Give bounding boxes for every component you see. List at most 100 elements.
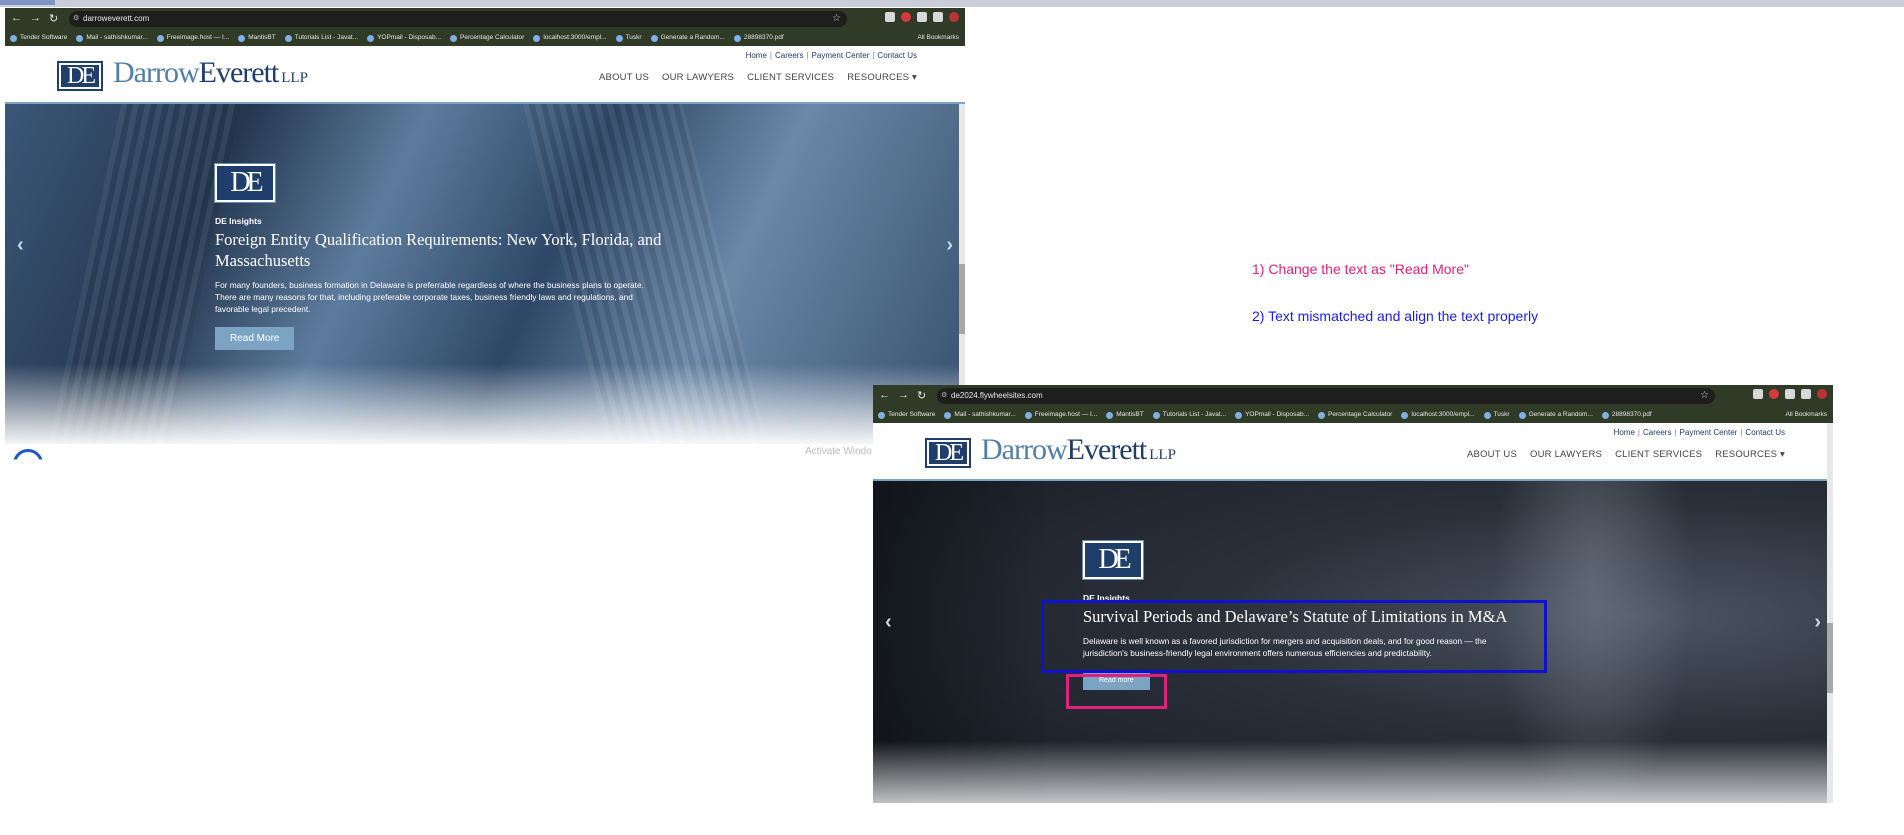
read-more-button[interactable]: Read More — [215, 327, 295, 350]
browser-chrome: ← → ↻ ⚙ darroweverett.com ☆ Tender Softw… — [5, 8, 965, 46]
screenshot-live-site: ← → ↻ ⚙ darroweverett.com ☆ Tender Softw… — [5, 8, 965, 478]
address-bar[interactable]: ⚙ de2024.flywheelsites.com ☆ — [937, 388, 1715, 404]
bookmark-item[interactable]: Tuskr — [1483, 407, 1510, 423]
all-bookmarks[interactable]: All Bookmarks — [917, 30, 959, 46]
scrollbar[interactable] — [1827, 423, 1833, 803]
bookmark-item[interactable]: Tutorials List - Javat... — [1152, 407, 1226, 423]
extension-icon[interactable] — [1801, 389, 1811, 399]
activate-windows-watermark: Activate Windo — [805, 446, 872, 457]
extensions — [885, 12, 959, 22]
hero-title: Survival Periods and Delaware’s Statute … — [1083, 607, 1508, 626]
bookmark-favicon-icon — [1235, 411, 1243, 419]
extension-icon[interactable] — [885, 12, 895, 22]
top-tab-strip — [0, 0, 1904, 7]
profile-avatar[interactable] — [1817, 389, 1827, 399]
nav-our-lawyers[interactable]: OUR LAWYERS — [1530, 449, 1602, 460]
chevron-left-icon[interactable]: ‹ — [885, 611, 892, 634]
chevron-left-icon[interactable]: ‹ — [17, 234, 24, 257]
util-link-contact[interactable]: Contact Us — [1745, 428, 1785, 437]
bookmark-item[interactable]: Tuskr — [615, 30, 642, 46]
bookmark-item[interactable]: Percentage Calculator — [1318, 407, 1392, 423]
address-bar[interactable]: ⚙ darroweverett.com ☆ — [69, 11, 847, 27]
forward-icon[interactable]: → — [898, 389, 909, 402]
util-link-contact[interactable]: Contact Us — [877, 51, 917, 60]
util-link-payment[interactable]: Payment Center — [1680, 428, 1738, 437]
main-nav: ABOUT US OUR LAWYERS CLIENT SERVICES RES… — [1467, 449, 1785, 460]
bookmark-favicon-icon — [533, 34, 541, 42]
util-link-home[interactable]: Home — [746, 51, 767, 60]
bookmark-item[interactable]: 28898370.pdf — [733, 30, 784, 46]
bookmark-item[interactable]: YOPmail - Disposab... — [367, 30, 441, 46]
hero-content: DE DE Insights Foreign Entity Qualificat… — [214, 163, 695, 350]
bookmark-item[interactable]: MantisBT — [1106, 407, 1144, 423]
bookmark-item[interactable]: Generate a Random... — [650, 30, 725, 46]
util-link-home[interactable]: Home — [1614, 428, 1635, 437]
scrollbar-thumb[interactable] — [1827, 623, 1833, 693]
nav-our-lawyers[interactable]: OUR LAWYERS — [662, 72, 734, 83]
bookmark-item[interactable]: Mail - sathishkumar... — [944, 407, 1016, 423]
bookmark-item[interactable]: localhost:3000/empl... — [533, 30, 607, 46]
hero-slider: DE DE Insights Foreign Entity Qualificat… — [5, 104, 965, 444]
extension-icon[interactable] — [1769, 389, 1779, 399]
back-icon[interactable]: ← — [11, 12, 22, 25]
insights-logo: DE — [1082, 540, 1144, 580]
nav-about-us[interactable]: ABOUT US — [599, 72, 649, 83]
bookmark-item[interactable]: Freeimage.host — I... — [156, 30, 229, 46]
util-link-payment[interactable]: Payment Center — [812, 51, 870, 60]
bookmark-item[interactable]: Freeimage.host — I... — [1024, 407, 1097, 423]
nav-client-services[interactable]: CLIENT SERVICES — [1615, 449, 1702, 460]
nav-resources[interactable]: RESOURCES ▾ — [1715, 449, 1785, 460]
extension-icon[interactable] — [917, 12, 927, 22]
extension-icon[interactable] — [933, 12, 943, 22]
bookmark-item[interactable]: 28898370.pdf — [1601, 407, 1652, 423]
reload-icon[interactable]: ↻ — [49, 12, 58, 25]
bookmark-item[interactable]: Generate a Random... — [1518, 407, 1593, 423]
hero-fade — [5, 364, 965, 444]
insights-label: DE Insights — [1083, 593, 1130, 603]
chevron-right-icon[interactable]: › — [1814, 611, 1821, 634]
read-more-button[interactable]: Read more — [1083, 671, 1150, 690]
chevron-right-icon[interactable]: › — [946, 234, 953, 257]
chat-widget-icon[interactable] — [13, 449, 43, 460]
site-logo[interactable]: DE DarrowEverett LLP — [57, 58, 308, 93]
bookmark-favicon-icon — [1024, 411, 1032, 419]
separator: | — [1674, 428, 1677, 437]
site-header: DE DarrowEverett LLP Home | Careers | Payment… — [873, 423, 1833, 481]
nav-resources[interactable]: RESOURCES ▾ — [847, 72, 917, 83]
separator: | — [769, 51, 772, 60]
scrollbar-thumb[interactable] — [959, 264, 965, 334]
back-icon[interactable]: ← — [879, 389, 890, 402]
bookmark-item[interactable]: MantisBT — [238, 30, 276, 46]
bookmark-item[interactable]: Tender Software — [10, 30, 67, 46]
active-tab-indicator — [0, 0, 55, 5]
bookmark-item[interactable]: Mail - sathishkumar... — [76, 30, 148, 46]
bookmark-item[interactable]: YOPmail - Disposab... — [1235, 407, 1309, 423]
util-link-careers[interactable]: Careers — [775, 51, 803, 60]
bookmark-item[interactable]: localhost:3000/empl... — [1401, 407, 1475, 423]
profile-avatar[interactable] — [949, 12, 959, 22]
site-header: DE DarrowEverett LLP Home | Careers | Payment… — [5, 46, 965, 104]
util-link-careers[interactable]: Careers — [1643, 428, 1671, 437]
bookmark-item[interactable]: Tutorials List - Javat... — [284, 30, 358, 46]
extension-icon[interactable] — [1753, 389, 1763, 399]
extensions — [1753, 389, 1827, 399]
extension-icon[interactable] — [1785, 389, 1795, 399]
all-bookmarks[interactable]: All Bookmarks — [1785, 407, 1827, 423]
bookmark-item[interactable]: Tender Software — [878, 407, 935, 423]
nav-client-services[interactable]: CLIENT SERVICES — [747, 72, 834, 83]
site-info-icon[interactable]: ⚙ — [73, 11, 79, 27]
logo-wordmark: DarrowEverett LLP — [113, 56, 308, 89]
nav-about-us[interactable]: ABOUT US — [1467, 449, 1517, 460]
site-logo[interactable]: DE DarrowEverett LLP — [925, 435, 1176, 470]
bookmark-star-icon[interactable]: ☆ — [1700, 388, 1709, 404]
forward-icon[interactable]: → — [30, 12, 41, 25]
site-info-icon[interactable]: ⚙ — [941, 388, 947, 404]
bookmarks-bar: Tender Software Mail - sathishkumar... F… — [5, 30, 965, 46]
bookmarks-bar: Tender Software Mail - sathishkumar... F… — [873, 407, 1833, 423]
extension-icon[interactable] — [901, 12, 911, 22]
bookmark-item[interactable]: Percentage Calculator — [450, 30, 524, 46]
bookmark-star-icon[interactable]: ☆ — [832, 11, 841, 27]
reload-icon[interactable]: ↻ — [917, 389, 926, 402]
bookmark-favicon-icon — [1152, 411, 1160, 419]
logo-wordmark: DarrowEverett LLP — [981, 433, 1176, 466]
